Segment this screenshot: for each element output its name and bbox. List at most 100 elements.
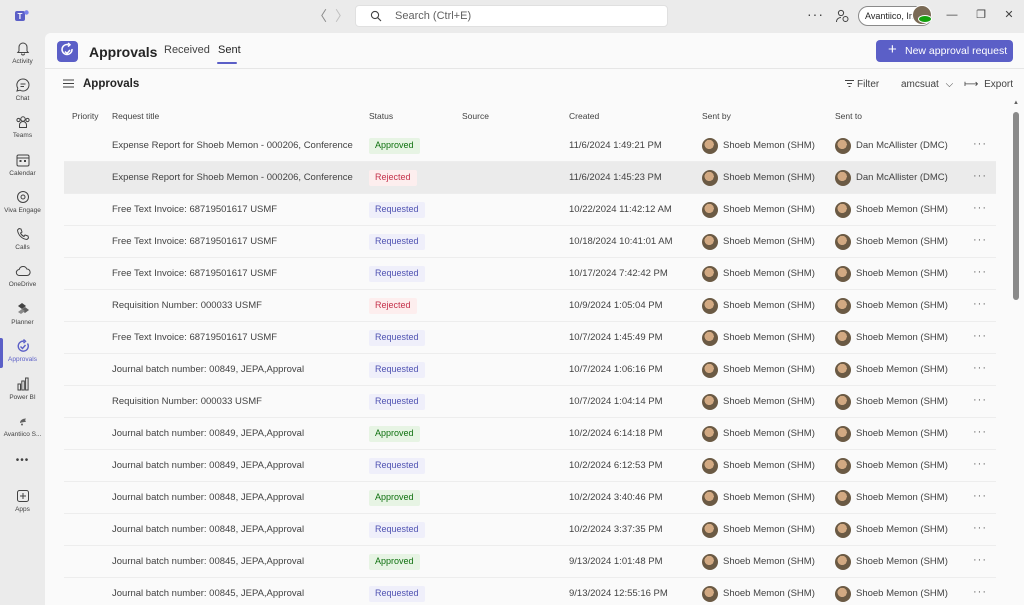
rail-item-approvals[interactable]: Approvals [0,336,45,374]
people-icon[interactable] [834,8,850,24]
minimize-button[interactable]: — [945,8,959,22]
export-button[interactable]: ⟼ Export [964,79,1013,90]
request-title[interactable]: Requisition Number: 000033 USMF [112,300,262,311]
rail-item-power-bi[interactable]: Power BI [0,374,45,412]
sent-to-name: Shoeb Memon (SHM) [856,524,948,535]
row-more-options-icon[interactable]: ··· [973,554,987,566]
request-title[interactable]: Journal batch number: 00848, JEPA,Approv… [112,492,304,503]
table-row[interactable]: Requisition Number: 000033 USMF Requested… [64,386,996,418]
table-row[interactable]: Requisition Number: 000033 USMF Rejected 1… [64,290,996,322]
more-apps-button[interactable]: ••• [0,451,45,471]
hamburger-menu-icon[interactable] [63,79,74,88]
rail-item-activity[interactable]: Activity [0,38,45,76]
row-more-options-icon[interactable]: ··· [973,586,987,598]
forward-arrow-icon[interactable]: 〉 [334,8,350,24]
request-title[interactable]: Expense Report for Shoeb Memon - 000206,… [112,140,353,151]
request-title[interactable]: Requisition Number: 000033 USMF [112,396,262,407]
avatar [702,202,718,218]
vertical-scrollbar[interactable]: ▲ [1012,100,1020,605]
table-row[interactable]: Free Text Invoice: 68719501617 USMF Reque… [64,322,996,354]
rail-item-planner[interactable]: Planner [0,299,45,337]
row-more-options-icon[interactable]: ··· [973,330,987,342]
request-title[interactable]: Free Text Invoice: 68719501617 USMF [112,332,277,343]
environment-dropdown[interactable]: amcsuat ⌵ [901,79,953,90]
request-title[interactable]: Journal batch number: 00845, JEPA,Approv… [112,588,304,599]
tab-sent[interactable]: Sent [218,44,241,56]
settings-more-button[interactable]: ··· [807,6,824,22]
teams-logo-icon[interactable]: T [14,8,30,24]
table-row[interactable]: Journal batch number: 00849, JEPA,Approv… [64,418,996,450]
table-row[interactable]: Journal batch number: 00849, JEPA,Approv… [64,450,996,482]
scroll-up-arrow-icon[interactable]: ▲ [1012,100,1020,108]
row-more-options-icon[interactable]: ··· [973,458,987,470]
status-badge: Rejected [369,170,417,186]
row-more-options-icon[interactable]: ··· [973,202,987,214]
search-input[interactable]: Search (Ctrl+E) [355,5,668,27]
column-header-status[interactable]: Status [369,111,393,121]
request-title[interactable]: Journal batch number: 00848, JEPA,Approv… [112,524,304,535]
table-row[interactable]: Journal batch number: 00848, JEPA,Approv… [64,482,996,514]
request-title[interactable]: Journal batch number: 00845, JEPA,Approv… [112,556,304,567]
row-more-options-icon[interactable]: ··· [973,426,987,438]
table-row[interactable]: Journal batch number: 00848, JEPA,Approv… [64,514,996,546]
back-arrow-icon[interactable]: 〈 [312,8,328,24]
scroll-thumb[interactable] [1013,112,1019,300]
table-row[interactable]: Expense Report for Shoeb Memon - 000206,… [64,162,996,194]
row-more-options-icon[interactable]: ··· [973,234,987,246]
sent-by-name: Shoeb Memon (SHM) [723,300,815,311]
column-header-source[interactable]: Source [462,111,489,121]
request-title[interactable]: Free Text Invoice: 68719501617 USMF [112,204,277,215]
avatar [835,394,851,410]
table-row[interactable]: Journal batch number: 00845, JEPA,Approv… [64,578,996,605]
restore-button[interactable]: ❐ [974,8,988,22]
rail-label: Activity [12,58,33,65]
row-more-options-icon[interactable]: ··· [973,394,987,406]
filter-button[interactable]: Filter [845,79,879,90]
table-row[interactable]: Free Text Invoice: 68719501617 USMF Reque… [64,226,996,258]
table-row[interactable]: Expense Report for Shoeb Memon - 000206,… [64,130,996,162]
close-button[interactable]: ✕ [1002,8,1016,22]
table-row[interactable]: Journal batch number: 00849, JEPA,Approv… [64,354,996,386]
table-row[interactable]: Free Text Invoice: 68719501617 USMF Reque… [64,258,996,290]
table-row[interactable]: Journal batch number: 00845, JEPA,Approv… [64,546,996,578]
status-badge: Requested [369,234,425,250]
request-title[interactable]: Expense Report for Shoeb Memon - 000206,… [112,172,353,183]
rail-item-viva-engage[interactable]: Viva Engage [0,187,45,225]
rail-item-apps[interactable]: Apps [0,486,45,524]
row-more-options-icon[interactable]: ··· [973,490,987,502]
request-title[interactable]: Free Text Invoice: 68719501617 USMF [112,236,277,247]
table-row[interactable]: Free Text Invoice: 68719501617 USMF Reque… [64,194,996,226]
rail-item-calendar[interactable]: Calendar [0,150,45,188]
avatar [702,234,718,250]
request-title[interactable]: Journal batch number: 00849, JEPA,Approv… [112,460,304,471]
row-more-options-icon[interactable]: ··· [973,298,987,310]
sent-to-name: Shoeb Memon (SHM) [856,396,948,407]
row-more-options-icon[interactable]: ··· [973,170,987,182]
new-approval-request-button[interactable]: + New approval request [876,40,1013,62]
org-switcher[interactable]: Avantiico, Inc [858,5,932,26]
column-header-sent-to[interactable]: Sent to [835,111,862,121]
request-title[interactable]: Free Text Invoice: 68719501617 USMF [112,268,277,279]
status-badge: Requested [369,202,425,218]
avatar [835,426,851,442]
avatar [835,362,851,378]
request-title[interactable]: Journal batch number: 00849, JEPA,Approv… [112,364,304,375]
chat-icon [15,78,29,92]
rail-label: Apps [15,506,30,513]
row-more-options-icon[interactable]: ··· [973,266,987,278]
rail-item-chat[interactable]: Chat [0,75,45,113]
column-header-created[interactable]: Created [569,111,599,121]
rail-item-calls[interactable]: Calls [0,224,45,262]
row-more-options-icon[interactable]: ··· [973,138,987,150]
row-more-options-icon[interactable]: ··· [973,522,987,534]
row-more-options-icon[interactable]: ··· [973,362,987,374]
request-title[interactable]: Journal batch number: 00849, JEPA,Approv… [112,428,304,439]
sent-by-name: Shoeb Memon (SHM) [723,204,815,215]
column-header-sent-by[interactable]: Sent by [702,111,731,121]
tab-received[interactable]: Received [164,44,210,56]
column-header-priority[interactable]: Priority [72,111,98,121]
rail-item-teams[interactable]: Teams [0,112,45,150]
rail-item-onedrive[interactable]: OneDrive [0,261,45,299]
rail-item-avantiico[interactable]: Avantiico S... [0,411,45,449]
column-header-request-title[interactable]: Request title [112,111,159,121]
